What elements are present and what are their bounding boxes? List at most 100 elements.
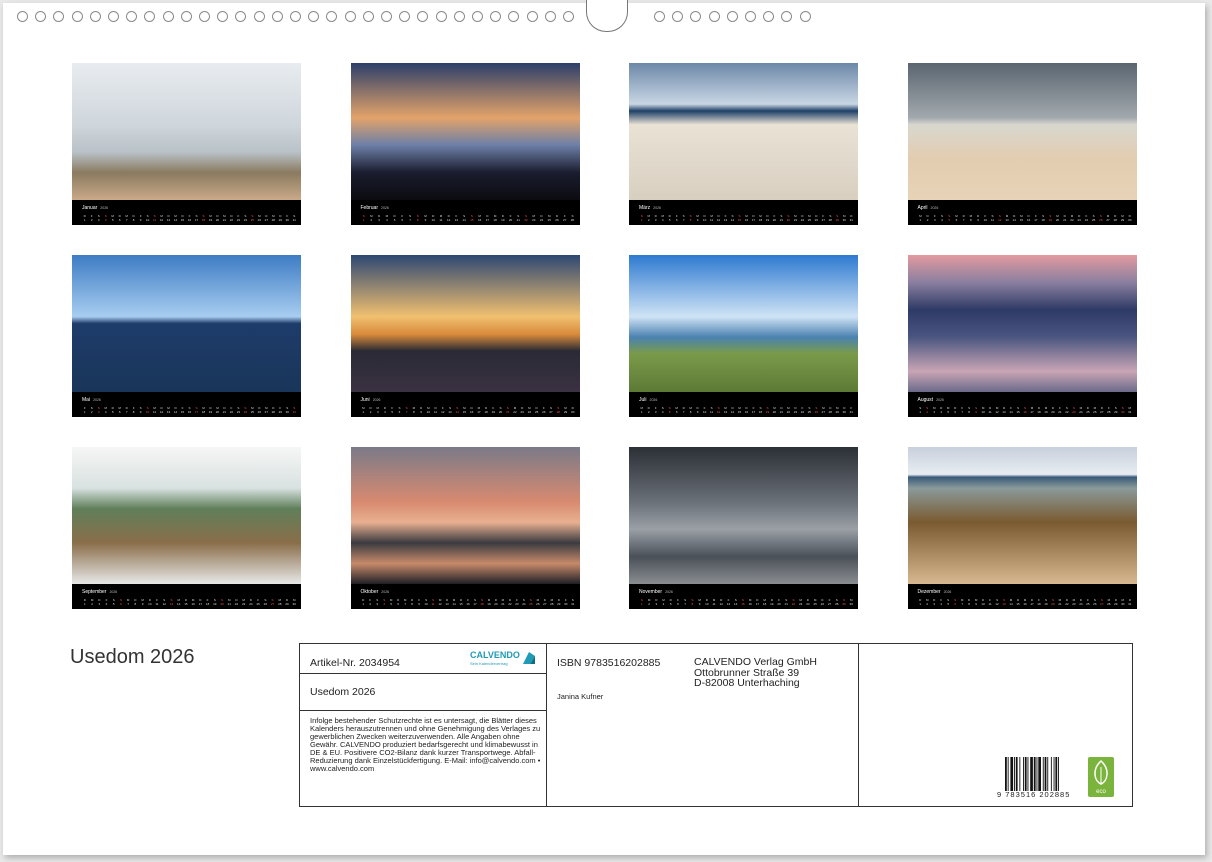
calendar-day: F 13 [726, 598, 731, 606]
calendar-day: S 13 [169, 598, 174, 606]
month-thumbnail: Oktober 2026 D 1F 2S 3S 4M 5D 6M 7D 8F 9S … [350, 447, 580, 609]
calendar-day: M 21 [227, 598, 231, 606]
calendar-day: M 17 [1030, 406, 1034, 414]
calendar-day: D 2 [369, 406, 372, 414]
calendar-day: F 4 [105, 598, 108, 606]
calendar-day: S 3 [97, 406, 100, 414]
calendar-day: D 23 [520, 406, 524, 414]
calendar-day: S 18 [758, 406, 763, 414]
calendar-day: F 10 [983, 214, 987, 222]
calendar-day: S 25 [529, 598, 533, 606]
calendar-day: D 12 [159, 406, 164, 414]
barcode-bar [1058, 757, 1059, 791]
calendar-day: M 12 [438, 598, 442, 606]
calendar-day: D 25 [534, 406, 539, 414]
calendar-day: D 19 [770, 598, 774, 606]
calendar-day: D 17 [198, 598, 203, 606]
binding-hole [126, 11, 138, 22]
calendar-day: D 6 [397, 598, 400, 606]
calendar-day: D 17 [751, 214, 756, 222]
calendar-day: D 7 [125, 406, 128, 414]
month-photo [907, 447, 1137, 584]
month-photo [72, 63, 301, 200]
calendar-day: S 22 [524, 214, 528, 222]
info-col-2: ISBN 9783516202885 Janina Kufner CALVEND… [547, 644, 859, 806]
calendar-day: M 13 [1005, 214, 1009, 222]
calendar-day: M 9 [974, 598, 978, 606]
calendar-day: S 29 [835, 214, 839, 222]
calendar-day: S 5 [112, 598, 115, 606]
calendar-day: M 24 [1079, 406, 1083, 414]
calendar-day: D 3 [98, 598, 101, 606]
day-row: M 1D 2F 3S 4S 5M 6D 7M 8D 9F 10 S 11 S 12 M… [918, 214, 1133, 222]
calendar-day: F 24 [1084, 214, 1089, 222]
calendar-day: D 26 [555, 214, 559, 222]
calendar-day: M 7 [126, 598, 130, 606]
calendar-day: M 16 [477, 214, 482, 222]
calendar-day: F 30 [564, 598, 568, 606]
calendar-day: M 1 [362, 406, 365, 414]
calvendo-logo: CALVENDO [470, 650, 520, 660]
calendar-day: M 8 [412, 406, 416, 414]
calendar-day: M 14 [1009, 598, 1013, 606]
month-name: April 2026 [918, 205, 939, 211]
calendar-day: D 19 [765, 214, 770, 222]
calendar-back-page: Januar 2026 D 1F 2S 3S 4M 5D 6M 7D 8F 9S 1… [3, 0, 1205, 855]
calendar-day: M 18 [762, 598, 767, 606]
calendar-day: M 14 [452, 598, 456, 606]
month-year: 2026 [653, 206, 661, 210]
calendar-day: M 7 [403, 598, 407, 606]
binding-hole [235, 11, 247, 22]
calendar-day: D 22 [229, 214, 234, 222]
month-year: 2026 [649, 398, 658, 402]
hanger-hook [586, 0, 628, 32]
calendar-day: F 23 [236, 214, 241, 222]
day-row: S 1M 2D 3M 4D 5F 6S 7S 8M 9D 10 M 11 D 12 F… [639, 214, 854, 222]
spiral-binding [3, 0, 1205, 32]
month-thumbnail: September 2026 D 1 M 2 D 3 F 4 S 5 S 6 M 7 D 8 M 9… [72, 447, 301, 609]
calendar-day: S 23 [236, 406, 241, 414]
month-thumbnail: November 2026 S 1 M 2 D 3 M 4 D 5 F 6 S 7 S 8 M 9 D… [629, 447, 858, 609]
calendar-day: M 20 [215, 406, 220, 414]
calendar-day: M 19 [487, 598, 491, 606]
calendar-day: S 24 [243, 406, 248, 414]
month-year: 2026 [930, 206, 939, 210]
calendar-day: M 15 [737, 406, 742, 414]
calendar-day: D 3 [654, 214, 657, 222]
barcode-bar [1050, 757, 1052, 791]
calendar-day: S 4 [661, 406, 664, 414]
calendar-day: F 27 [821, 214, 825, 222]
calendar-day: F 22 [229, 406, 234, 414]
calendar-day: D 28 [271, 406, 275, 414]
calendar-day: M 19 [208, 214, 213, 222]
calendar-day: S 27 [1100, 598, 1104, 606]
calendar-day: S 22 [786, 214, 791, 222]
calendar-day: D 10 [705, 598, 709, 606]
calendar-day: M 18 [493, 214, 497, 222]
calendar-day: D 26 [814, 214, 819, 222]
month-label: August [917, 397, 934, 403]
calendar-day: S 8 [689, 214, 692, 222]
binding-hole [563, 11, 574, 22]
calendar-day: D 5 [393, 214, 396, 222]
document-title: Usedom 2026 [70, 646, 195, 668]
binding-hole [544, 11, 556, 22]
calendar-day: M 3 [932, 406, 936, 414]
calendar-day: F 6 [401, 214, 404, 222]
calendar-day: S 21 [516, 214, 520, 222]
month-thumbnail: Juni 2026 M 1D 2M 3D 4F 5S 6S 7M 8D 9M 10 D… [350, 255, 580, 417]
calendar-day: M 23 [793, 214, 798, 222]
binding-hole [362, 11, 374, 22]
calendar-day: M 6 [118, 406, 121, 414]
calendar-day: M 12 [159, 214, 164, 222]
binding-hole [726, 11, 738, 22]
publisher-name: CALVENDO Verlag GmbH [694, 656, 817, 668]
calendar-day: F 6 [675, 214, 678, 222]
calendar-day: D 30 [842, 406, 846, 414]
calendar-day: D 19 [501, 214, 505, 222]
month-photo [629, 63, 858, 200]
calendar-day: D 10 [431, 214, 435, 222]
calendar-day: M 26 [257, 214, 262, 222]
calendar-day: F 1 [83, 406, 86, 414]
calendar-day: F 11 [988, 598, 992, 606]
